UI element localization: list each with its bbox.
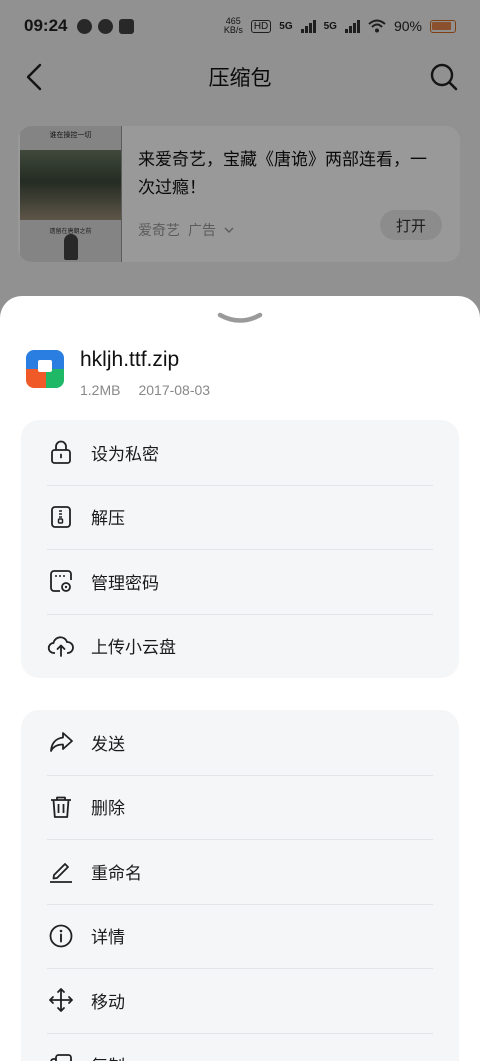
file-date: 2017-08-03 [138, 382, 211, 398]
lock-icon [47, 438, 75, 466]
menu-label: 移动 [91, 992, 125, 1012]
share-icon [47, 728, 75, 756]
file-header: hkljh.ttf.zip 1.2MB 2017-08-03 [26, 346, 460, 406]
bottom-sheet: hkljh.ttf.zip 1.2MB 2017-08-03 设为私密 解压 管… [0, 296, 480, 1061]
sheet-collapse-handle-icon[interactable] [214, 310, 266, 328]
menu-item-unzip[interactable]: 解压 [21, 484, 459, 550]
menu-item-move[interactable]: 移动 [21, 968, 459, 1033]
menu-item-rename[interactable]: 重命名 [21, 839, 459, 904]
pencil-icon [47, 857, 75, 885]
menu-label: 复制 [91, 1052, 125, 1061]
menu-label: 重命名 [91, 863, 142, 883]
menu-item-details[interactable]: 详情 [21, 903, 459, 969]
menu-group-primary: 设为私密 解压 管理密码 上传小云盘 [21, 420, 459, 678]
password-manage-icon [47, 567, 75, 595]
menu-label: 删除 [91, 799, 125, 819]
menu-item-copy[interactable]: 复制 [21, 1032, 459, 1061]
file-size: 1.2MB [80, 382, 121, 398]
menu-label: 上传小云盘 [91, 638, 176, 658]
file-meta: 1.2MB 2017-08-03 [80, 382, 210, 398]
zip-file-icon [26, 350, 64, 388]
menu-label: 管理密码 [91, 573, 159, 593]
unzip-icon [47, 503, 75, 531]
menu-label: 设为私密 [91, 444, 159, 464]
menu-item-manage-password[interactable]: 管理密码 [21, 549, 459, 614]
file-name: hkljh.ttf.zip [80, 348, 180, 371]
menu-item-delete[interactable]: 删除 [21, 774, 459, 840]
menu-label: 解压 [91, 509, 125, 529]
menu-group-secondary: 发送 删除 重命名 详情 移动 [21, 710, 459, 1061]
copy-icon [47, 1051, 75, 1061]
menu-item-send[interactable]: 发送 [21, 710, 459, 775]
cloud-upload-icon [47, 632, 75, 660]
menu-label: 详情 [91, 928, 125, 948]
menu-label: 发送 [91, 734, 125, 754]
menu-item-set-private[interactable]: 设为私密 [21, 420, 459, 485]
trash-icon [47, 793, 75, 821]
move-icon [47, 986, 75, 1014]
info-icon [47, 922, 75, 950]
menu-item-upload-cloud[interactable]: 上传小云盘 [21, 613, 459, 679]
